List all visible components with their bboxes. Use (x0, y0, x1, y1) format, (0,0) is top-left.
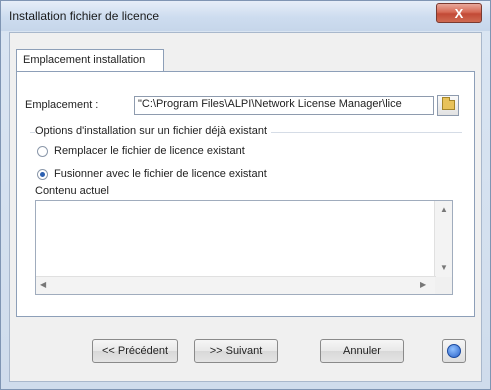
vertical-scrollbar[interactable]: ▲ ▼ (434, 201, 452, 279)
content-textarea[interactable]: ▲ ▼ ◀ ▶ (35, 200, 453, 295)
location-label: Emplacement : (25, 99, 99, 111)
scroll-up-icon[interactable]: ▲ (440, 205, 448, 214)
scroll-right-icon[interactable]: ▶ (420, 280, 426, 289)
scroll-down-icon[interactable]: ▼ (440, 263, 448, 272)
dialog-client-area: Emplacement installation Emplacement : "… (9, 32, 482, 382)
options-group-label: Options d'installation sur un fichier dé… (35, 125, 272, 137)
radio-replace-row[interactable]: Remplacer le fichier de licence existant (37, 145, 245, 157)
folder-icon (442, 97, 455, 110)
radio-replace-label: Remplacer le fichier de licence existant (54, 145, 245, 157)
cancel-button[interactable]: Annuler (320, 339, 404, 363)
tab-panel: Emplacement : "C:\Program Files\ALPI\Net… (16, 71, 475, 317)
horizontal-scrollbar[interactable]: ◀ ▶ (36, 276, 436, 294)
browse-button[interactable] (437, 95, 459, 116)
window-title: Installation fichier de licence (9, 9, 160, 23)
content-label: Contenu actuel (35, 185, 109, 197)
help-button[interactable] (442, 339, 466, 363)
close-button[interactable]: X (436, 3, 482, 23)
radio-replace[interactable] (37, 145, 48, 157)
install-license-dialog: Installation fichier de licence X Emplac… (0, 0, 491, 390)
button-bar: << Précédent >> Suivant Annuler (10, 323, 481, 381)
help-icon (447, 344, 461, 358)
scroll-corner (435, 277, 452, 294)
radio-merge[interactable] (37, 168, 48, 180)
scroll-left-icon[interactable]: ◀ (40, 280, 46, 289)
radio-merge-label: Fusionner avec le fichier de licence exi… (54, 168, 267, 180)
next-button[interactable]: >> Suivant (194, 339, 278, 363)
previous-button[interactable]: << Précédent (92, 339, 178, 363)
title-bar[interactable]: Installation fichier de licence X (1, 1, 490, 31)
location-path-field[interactable]: "C:\Program Files\ALPI\Network License M… (134, 96, 434, 115)
radio-merge-row[interactable]: Fusionner avec le fichier de licence exi… (37, 168, 267, 180)
tab-emplacement-installation[interactable]: Emplacement installation (16, 49, 164, 72)
